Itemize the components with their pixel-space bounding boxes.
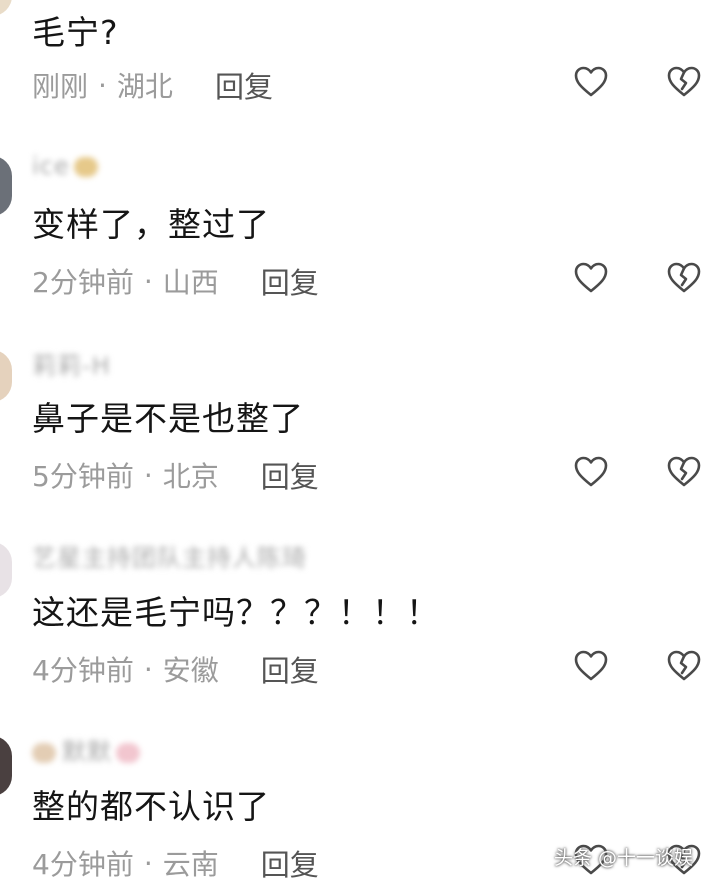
like-button[interactable] — [573, 454, 609, 490]
comment-username[interactable]: 默默 — [32, 732, 140, 767]
broken-heart-icon — [667, 262, 701, 293]
comment-text: 整的都不认识了 — [32, 787, 270, 826]
avatar[interactable] — [0, 736, 12, 796]
reply-button[interactable]: 回复 — [261, 454, 319, 496]
comment-meta: 5分钟前 · 北京 回复 — [32, 454, 319, 496]
avatar[interactable] — [0, 542, 12, 598]
avatar[interactable] — [0, 0, 12, 16]
like-button[interactable] — [573, 64, 609, 100]
emoji-icon — [116, 743, 140, 763]
avatar[interactable] — [0, 156, 12, 216]
comment-time: 2分钟前 — [32, 266, 134, 299]
comment-meta: 2分钟前 · 山西 回复 — [32, 260, 319, 302]
comment-username[interactable]: ice — [32, 152, 98, 180]
meta-separator: · — [143, 458, 153, 492]
heart-outline-icon — [574, 66, 608, 97]
comment-username[interactable]: 莉莉-H — [32, 346, 111, 381]
reply-button[interactable]: 回复 — [261, 260, 319, 302]
meta-separator: · — [143, 264, 153, 298]
meta-separator: · — [143, 846, 153, 880]
like-button[interactable] — [573, 648, 609, 684]
reply-button[interactable]: 回复 — [261, 842, 319, 884]
comment-text: 这还是毛宁吗？？？！！！ — [32, 593, 440, 632]
meta-separator: · — [98, 68, 107, 102]
like-button[interactable] — [573, 260, 609, 296]
username-text: 默默 — [62, 738, 112, 766]
comment-meta: 4分钟前 · 安徽 回复 — [32, 648, 319, 690]
avatar[interactable] — [0, 350, 12, 402]
emoji-icon — [73, 157, 98, 177]
comment-meta: 刚刚 · 湖北 回复 — [32, 64, 273, 106]
comment-time: 4分钟前 — [32, 848, 134, 881]
comment-location: 北京 — [162, 460, 219, 493]
dislike-button[interactable] — [666, 260, 702, 296]
comment-meta: 4分钟前 · 云南 回复 — [32, 842, 319, 884]
dislike-button[interactable] — [666, 648, 702, 684]
comment-location: 山西 — [162, 266, 219, 299]
broken-heart-icon — [667, 650, 701, 681]
reply-button[interactable]: 回复 — [215, 64, 273, 106]
reply-button[interactable]: 回复 — [261, 648, 319, 690]
dislike-button[interactable] — [666, 64, 702, 100]
meta-separator: · — [143, 652, 153, 686]
heart-outline-icon — [574, 456, 608, 487]
heart-outline-icon — [574, 262, 608, 293]
comment-location: 云南 — [162, 848, 219, 881]
comment-text: 鼻子是不是也整了 — [32, 399, 304, 438]
comment-time: 5分钟前 — [32, 460, 134, 493]
emoji-icon — [32, 743, 56, 763]
comment-location: 安徽 — [162, 654, 219, 687]
comment-username[interactable]: 艺星主持团队主持人陈琦 — [32, 538, 307, 573]
broken-heart-icon — [667, 456, 701, 487]
comment-time: 刚刚 — [32, 70, 89, 103]
username-text: ice — [32, 152, 70, 180]
comment-text: 毛宁? — [32, 13, 119, 52]
comment-time: 4分钟前 — [32, 654, 134, 687]
comment-location: 湖北 — [116, 70, 173, 103]
dislike-button[interactable] — [666, 454, 702, 490]
comment-text: 变样了，整过了 — [32, 205, 270, 244]
broken-heart-icon — [667, 66, 701, 97]
heart-outline-icon — [574, 650, 608, 681]
watermark: 头条 @十一谈娱 — [553, 847, 693, 869]
